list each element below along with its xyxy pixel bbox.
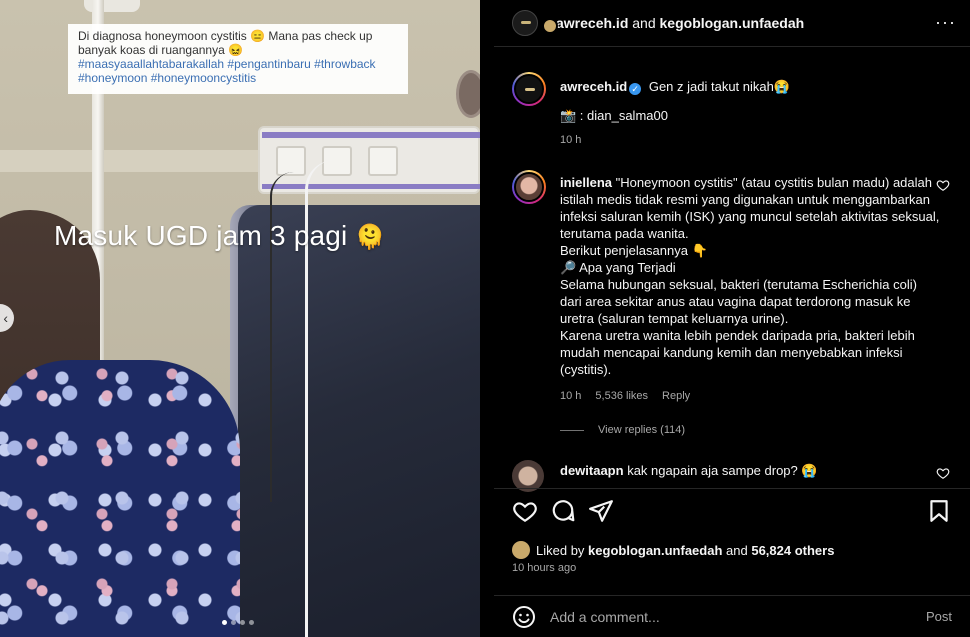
comment-time[interactable]: 10 h [560,388,581,405]
liker-avatar[interactable] [512,541,530,559]
comment-username[interactable]: dewitaapn [560,463,624,478]
comment-paragraph: Karena uretra wanita lebih pendek daripa… [560,328,915,377]
view-replies-line [560,429,584,431]
emoji-icon[interactable] [512,605,536,629]
comment-item: dewitaapn kak ngapain aja sampe drop? 😭 [512,460,952,492]
likes-summary: Liked by kegoblogan.unfaedah and 56,824 … [512,541,834,559]
comment-text: kak ngapain aja sampe drop? 😭 [627,463,818,478]
header-usernames: awreceh.id and kegoblogan.unfaedah [556,15,804,31]
divider [494,488,970,489]
wall-socket [368,146,398,176]
post-caption: awreceh.id ✓ Gen z jadi takut nikah😭 📸 : … [512,72,952,152]
commenter-avatar[interactable] [512,170,546,204]
author-username[interactable]: awreceh.id [556,15,628,31]
comment-body: dewitaapn kak ngapain aja sampe drop? 😭 [560,462,940,479]
author-avatar[interactable] [512,10,538,36]
header-avatars[interactable] [512,10,558,36]
comment-body: iniellena "Honeymoon cystitis" (atau cys… [560,174,940,405]
overlay-text: Masuk UGD jam 3 pagi [54,220,348,251]
add-comment-bar: Post [494,596,970,637]
media-caption-hashtags: #maasyaaallahtabarakallah #pengantinbaru… [78,57,376,85]
comment-icon[interactable] [550,498,576,524]
caption-body: awreceh.id ✓ Gen z jadi takut nikah😭 📸 : … [560,78,940,149]
comment-paragraph: 🔎 Apa yang Terjadi [560,260,676,275]
person-dress [0,360,240,637]
caption-time[interactable]: 10 h [560,132,581,149]
media-caption-box: Di diagnosa honeymoon cystitis 😑 Mana pa… [68,24,408,94]
heart-icon[interactable] [512,498,538,524]
post-details-panel: awreceh.id and kegoblogan.unfaedah ··· a… [494,0,970,637]
carousel-dot[interactable] [231,620,236,625]
bookmark-icon[interactable] [926,498,952,524]
divider [494,46,970,47]
media-overlay-text: Masuk UGD jam 3 pagi 🫠 [54,220,386,252]
post-actions [512,498,952,526]
liked-and: and [726,542,748,558]
add-comment-input[interactable] [550,608,926,625]
caption-username[interactable]: awreceh.id [560,79,627,94]
carousel-indicator [222,620,254,625]
comment-paragraph: Selama hubungan seksual, bakteri (teruta… [560,277,917,326]
photo-credit: 📸 : dian_salma00 [560,108,668,123]
view-replies-button[interactable]: View replies (114) [560,424,685,436]
post-time[interactable]: 10 hours ago [512,562,576,574]
and-text: and [632,15,656,31]
caption-text: Gen z jadi takut nikah😭 [648,79,791,94]
reply-button[interactable]: Reply [662,388,690,405]
post-header: awreceh.id and kegoblogan.unfaedah ··· [494,0,970,46]
liked-by-prefix: Liked by [536,542,585,558]
carousel-dot[interactable] [240,620,245,625]
post-media[interactable]: Di diagnosa honeymoon cystitis 😑 Mana pa… [0,0,480,637]
liked-others[interactable]: 56,824 others [751,543,834,558]
caption-avatar[interactable] [512,72,546,106]
more-horizontal-icon[interactable]: ··· [935,12,956,33]
heart-icon[interactable] [936,466,950,480]
collaborator-username[interactable]: kegoblogan.unfaedah [660,15,805,31]
carousel-dot[interactable] [222,620,227,625]
outlet-stripe [262,184,480,189]
comment-username[interactable]: iniellena [560,175,612,190]
comment-likes[interactable]: 5,536 likes [595,388,648,405]
post-button[interactable]: Post [926,609,952,624]
wall-knob [456,70,480,118]
comment-paragraph: "Honeymoon cystitis" (atau cystitis bula… [560,175,940,241]
verified-badge-icon: ✓ [629,83,642,95]
liked-by-user[interactable]: kegoblogan.unfaedah [588,543,722,558]
comment-item: iniellena "Honeymoon cystitis" (atau cys… [512,170,952,410]
outlet-stripe [262,132,480,138]
comment-paragraph: Berikut penjelasannya 👇 [560,243,708,258]
media-caption-text: Di diagnosa honeymoon cystitis 😑 Mana pa… [78,29,373,57]
overlay-emoji: 🫠 [355,224,386,251]
share-icon[interactable] [588,498,614,524]
view-replies-label[interactable]: View replies (114) [598,424,685,436]
heart-icon[interactable] [936,178,950,192]
comment-meta: 10 h 5,536 likes Reply [560,388,940,405]
collaborator-avatar[interactable] [542,18,558,34]
carousel-dot[interactable] [249,620,254,625]
